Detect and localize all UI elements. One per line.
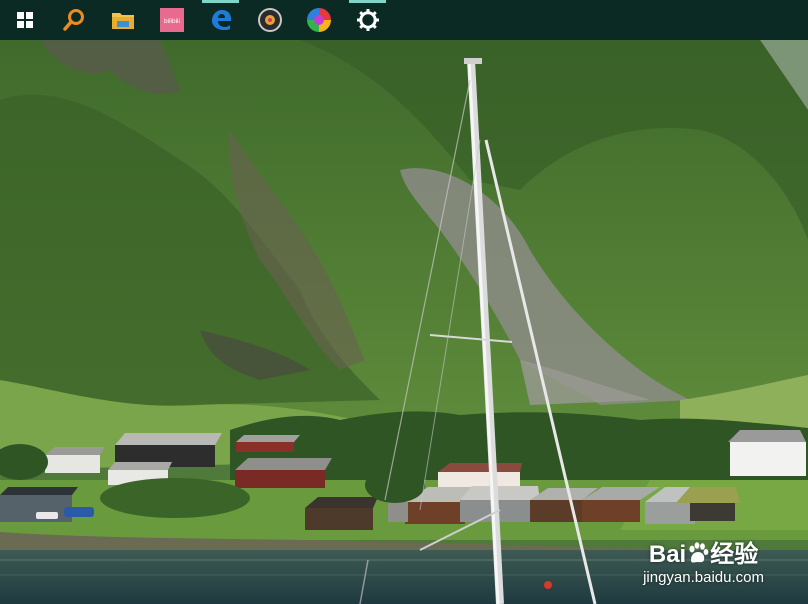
active-indicator bbox=[349, 0, 386, 3]
watermark-brand: Bai 经验 bbox=[643, 534, 764, 569]
settings-button[interactable] bbox=[343, 0, 392, 40]
active-indicator bbox=[202, 0, 239, 3]
buoy bbox=[544, 581, 552, 589]
watermark-brand-right: 经验 bbox=[710, 541, 759, 568]
bilibili-label: bilibili bbox=[164, 18, 180, 25]
baidu-paw-icon bbox=[689, 542, 709, 563]
bilibili-button[interactable]: bilibili bbox=[147, 0, 196, 40]
music-player-button[interactable] bbox=[245, 0, 294, 40]
bilibili-icon: bilibili bbox=[159, 8, 184, 32]
edge-icon bbox=[211, 10, 231, 30]
settings-gear-icon bbox=[356, 9, 379, 31]
start-button[interactable] bbox=[0, 0, 49, 40]
taskbar: bilibili bbox=[0, 0, 808, 40]
wallpaper-photo bbox=[0, 40, 808, 604]
search-icon bbox=[62, 9, 84, 31]
color-picker-icon bbox=[306, 8, 331, 32]
search-button[interactable] bbox=[49, 0, 98, 40]
file-explorer-icon bbox=[111, 13, 134, 29]
edge-button[interactable] bbox=[196, 0, 245, 40]
tree-cluster bbox=[100, 478, 250, 518]
music-disc-icon bbox=[257, 8, 282, 32]
file-explorer-button[interactable] bbox=[98, 0, 147, 40]
baidu-jingyan-watermark: Bai 经验 jingyan.baidu.com bbox=[643, 534, 764, 586]
watermark-brand-left: Bai bbox=[648, 541, 687, 568]
windows-start-icon bbox=[16, 12, 33, 28]
watermark-url: jingyan.baidu.com bbox=[643, 569, 764, 586]
blue-car bbox=[64, 507, 94, 517]
color-app-button[interactable] bbox=[294, 0, 343, 40]
